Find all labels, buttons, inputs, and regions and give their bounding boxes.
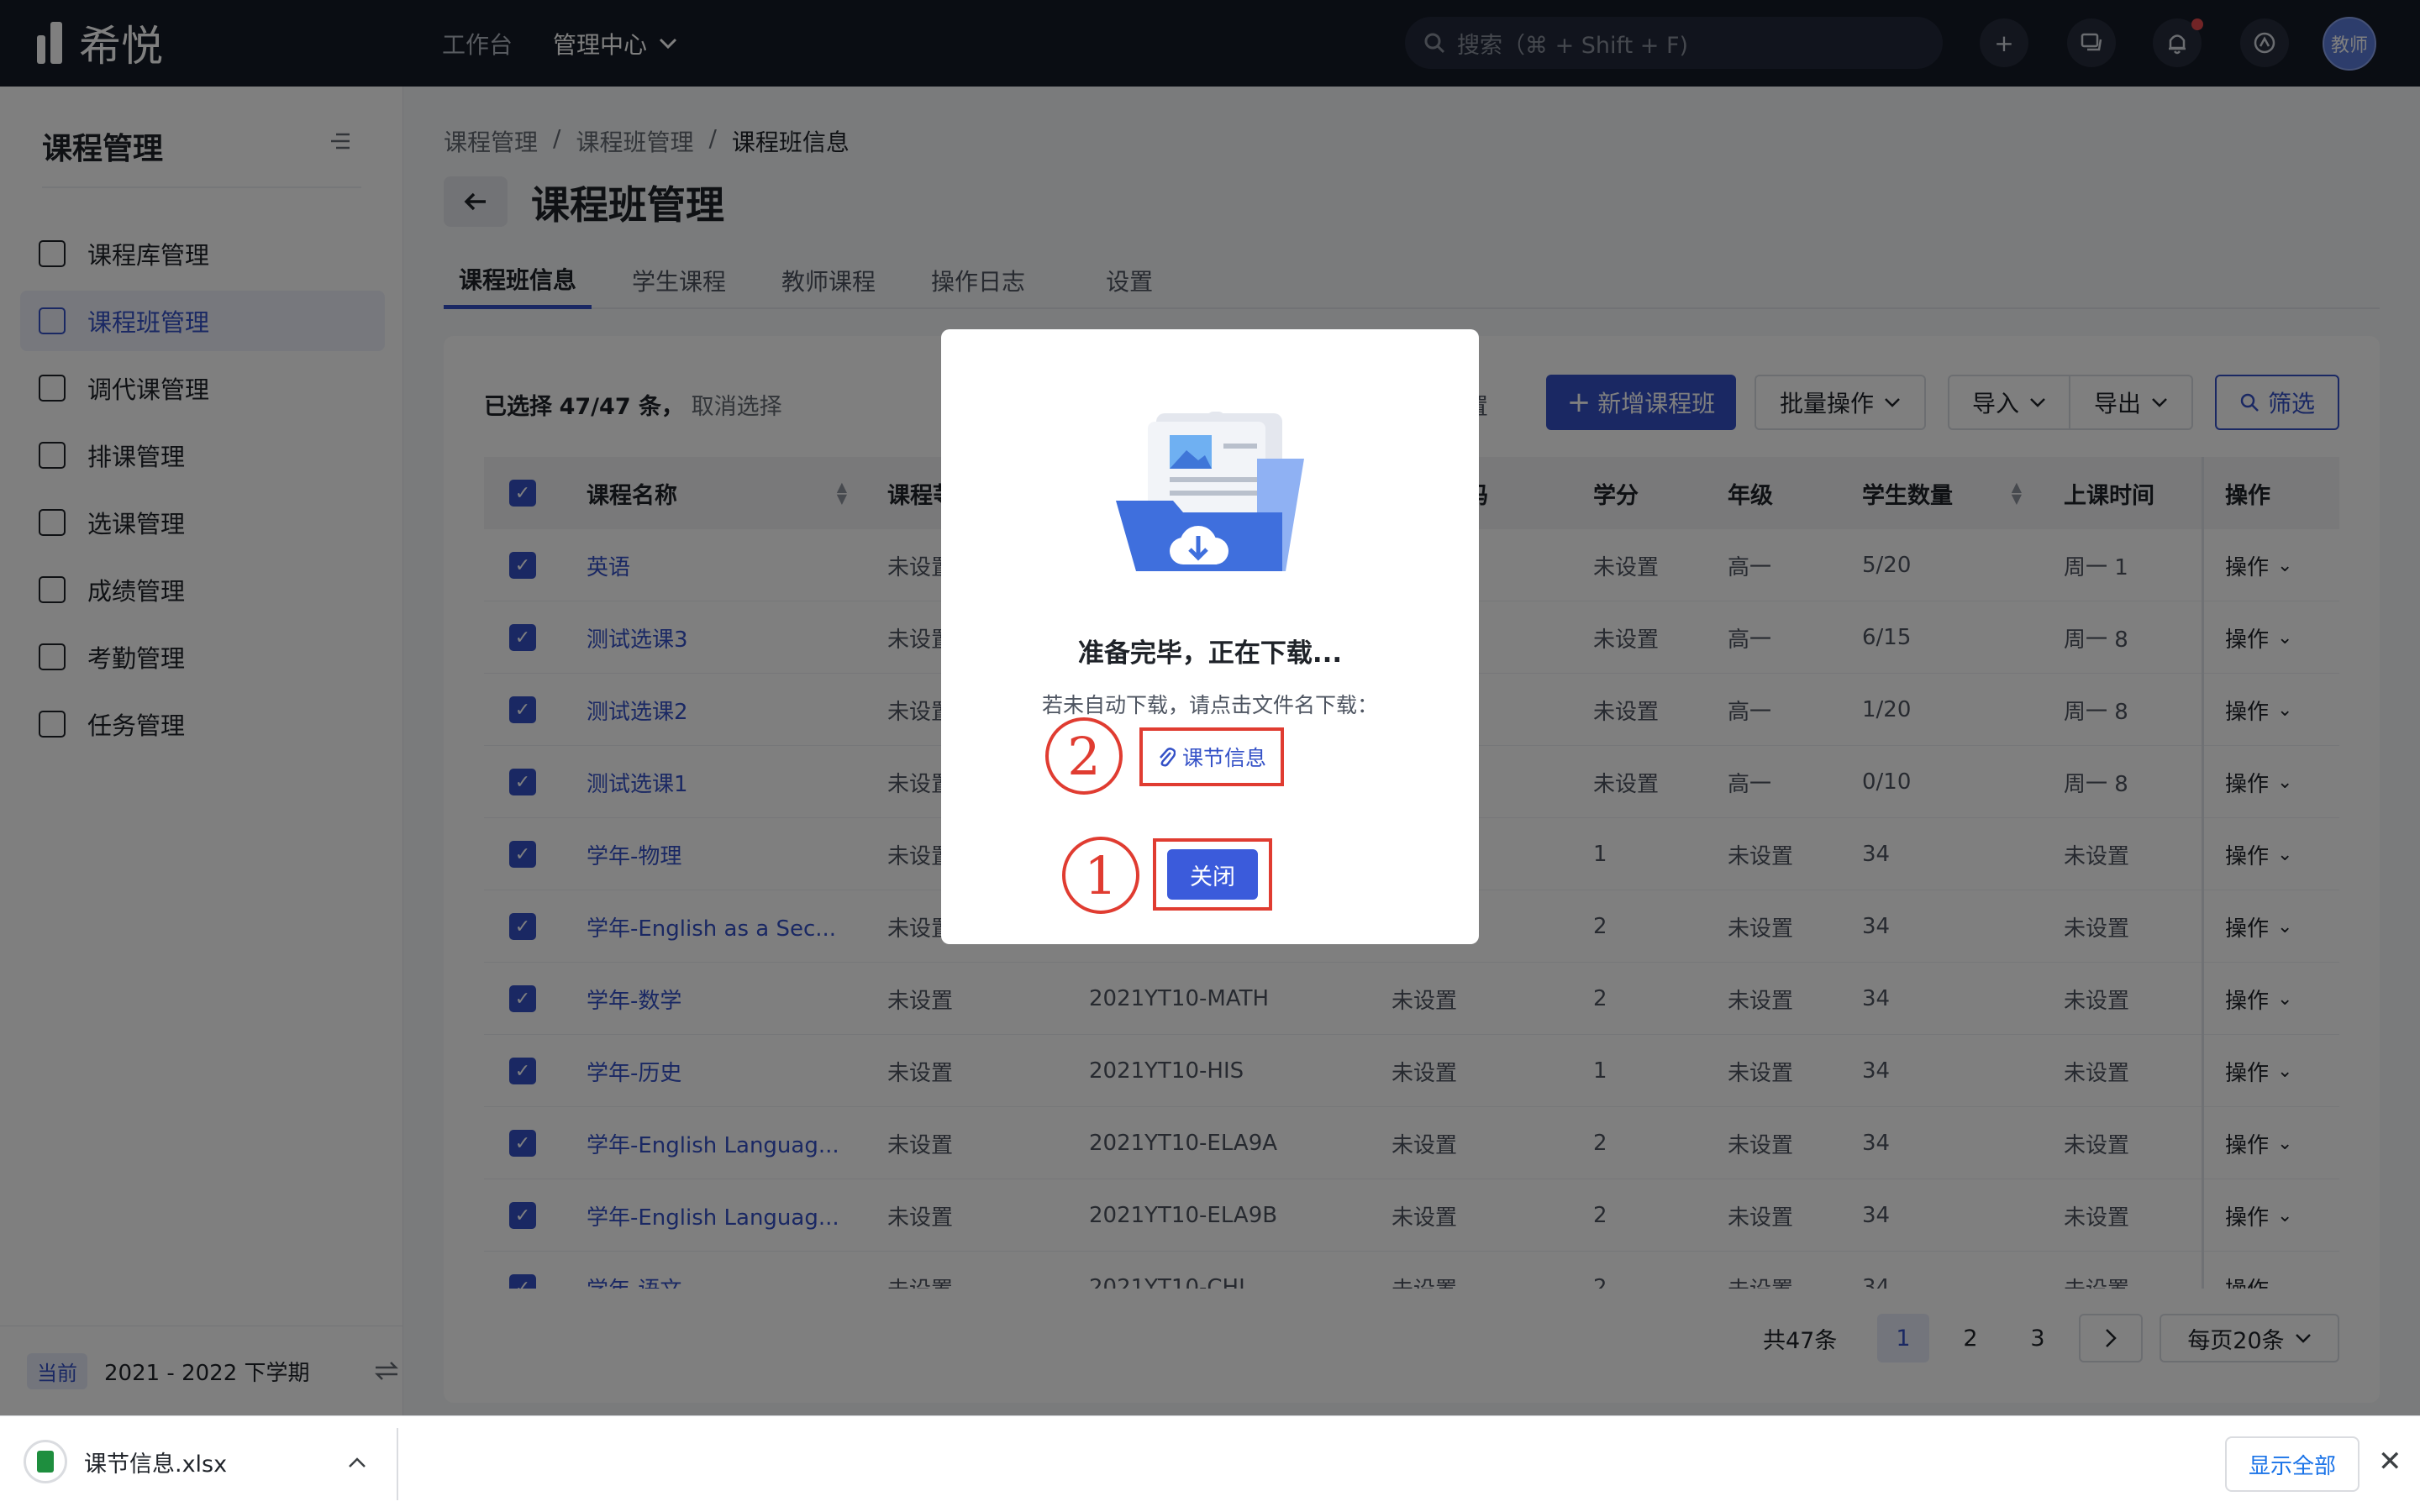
download-item[interactable]: 课节信息.xlsx	[24, 1440, 227, 1483]
paperclip-icon	[1160, 748, 1176, 767]
download-file-link[interactable]: 课节信息	[1139, 727, 1284, 786]
download-divider	[397, 1428, 398, 1500]
modal-title: 准备完毕，正在下载...	[1077, 638, 1343, 669]
chevron-up-icon[interactable]	[348, 1450, 366, 1473]
annotation-marker-1: 1	[1062, 837, 1139, 914]
spreadsheet-file-icon	[24, 1440, 67, 1483]
modal-subtitle: 若未自动下载，请点击文件名下载：	[1041, 693, 1378, 717]
show-all-downloads-button[interactable]: 显示全部	[2225, 1436, 2360, 1492]
close-button-highlight: 关闭	[1153, 838, 1272, 911]
annotation-marker-2: 2	[1045, 717, 1123, 795]
download-filename: 课节信息.xlsx	[84, 1451, 228, 1478]
download-file-label: 课节信息	[1181, 746, 1266, 770]
close-icon[interactable]: ✕	[2378, 1445, 2402, 1478]
folder-download-illustration-icon	[1116, 412, 1304, 571]
close-button[interactable]: 关闭	[1167, 849, 1258, 900]
